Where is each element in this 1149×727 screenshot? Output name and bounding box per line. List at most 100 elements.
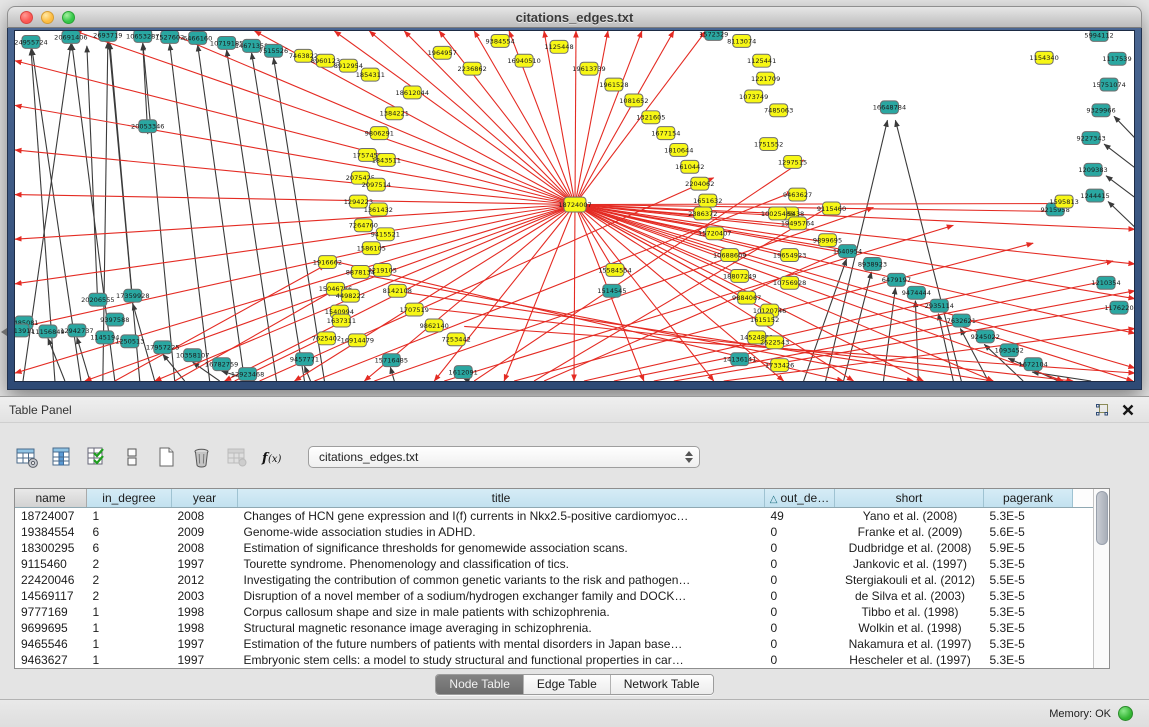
table-cell[interactable]: 1: [87, 604, 172, 620]
float-panel-icon[interactable]: [1095, 403, 1109, 417]
network-node[interactable]: 9463627: [783, 188, 812, 201]
table-cell[interactable]: 0: [765, 540, 835, 556]
table-row[interactable]: 969969511998Structural magnetic resonanc…: [15, 620, 1100, 636]
table-row[interactable]: 946362711997Embryonic stem cells: a mode…: [15, 652, 1100, 668]
table-cell[interactable]: Corpus callosum shape and size in male p…: [238, 604, 765, 620]
network-node[interactable]: 7625402: [312, 332, 341, 345]
table-cell[interactable]: 2: [87, 556, 172, 572]
network-node[interactable]: 15751074: [1092, 78, 1125, 91]
table-cell[interactable]: 6: [87, 540, 172, 556]
network-node[interactable]: 1707519: [400, 303, 429, 316]
network-node[interactable]: 1916662: [313, 256, 342, 269]
network-node[interactable]: 18612044: [396, 86, 429, 99]
citation-edge-black[interactable]: [198, 45, 245, 381]
table-cell[interactable]: 1997: [172, 652, 238, 668]
table-cell[interactable]: 0: [765, 652, 835, 668]
table-cell[interactable]: 9115460: [15, 556, 87, 572]
network-node[interactable]: 10688609: [713, 249, 746, 262]
network-node[interactable]: 1961528: [599, 78, 628, 91]
network-node[interactable]: 2236862: [458, 62, 487, 75]
table-cell[interactable]: 0: [765, 636, 835, 652]
table-cell[interactable]: Genome-wide association studies in ADHD.: [238, 524, 765, 540]
column-header-year[interactable]: year: [172, 489, 238, 508]
table-cell[interactable]: 22420046: [15, 572, 87, 588]
tab-node-table[interactable]: Node Table: [436, 675, 523, 694]
column-header-name[interactable]: name: [15, 489, 87, 508]
network-node[interactable]: 16782759: [205, 358, 238, 371]
table-settings-icon[interactable]: [14, 444, 40, 470]
table-cell[interactable]: Hescheler et al. (1997): [835, 652, 984, 668]
table-cell[interactable]: 1: [87, 508, 172, 525]
collapse-panel-arrow-icon[interactable]: [1, 328, 7, 336]
network-node[interactable]: 1586105: [357, 242, 386, 255]
network-node[interactable]: 9457771: [290, 353, 319, 366]
network-node[interactable]: 24955724: [15, 35, 48, 48]
citation-edge-red[interactable]: [724, 328, 1134, 381]
table-row[interactable]: 1872400712008Changes of HCN gene express…: [15, 508, 1100, 525]
table-scrollbar-thumb[interactable]: [1096, 491, 1108, 545]
network-node[interactable]: 1854311: [356, 68, 385, 81]
network-node[interactable]: 1964957: [428, 46, 457, 59]
window-titlebar[interactable]: citations_edges.txt: [7, 6, 1142, 28]
network-node[interactable]: 20691406: [54, 31, 87, 43]
table-cell[interactable]: 5.3E-5: [984, 604, 1073, 620]
delete-column-icon[interactable]: [189, 444, 215, 470]
table-cell[interactable]: 0: [765, 572, 835, 588]
show-columns-icon[interactable]: [49, 444, 75, 470]
network-node[interactable]: 5994112: [1084, 31, 1113, 41]
table-cell[interactable]: Yano et al. (2008): [835, 508, 984, 525]
table-cell[interactable]: Changes of HCN gene expression and I(f) …: [238, 508, 765, 525]
table-cell[interactable]: 5.3E-5: [984, 556, 1073, 572]
network-node[interactable]: 9806291: [365, 127, 394, 140]
network-node[interactable]: 8113074: [727, 34, 756, 47]
table-source-select[interactable]: citations_edges.txt: [308, 446, 700, 468]
table-row[interactable]: 946554611997Estimation of the future num…: [15, 636, 1100, 652]
network-canvas[interactable]: 2495572420691406269371910653287152760264…: [14, 30, 1135, 382]
network-node[interactable]: 14136141: [723, 353, 756, 366]
table-cell[interactable]: 2008: [172, 508, 238, 525]
table-cell[interactable]: 5.3E-5: [984, 588, 1073, 604]
table-cell[interactable]: Stergiakouli et al. (2012): [835, 572, 984, 588]
table-cell[interactable]: 0: [765, 620, 835, 636]
table-cell[interactable]: Jankovic et al. (1997): [835, 556, 984, 572]
network-node[interactable]: 8142108: [383, 284, 412, 297]
network-node[interactable]: 1221709: [751, 72, 780, 85]
table-scrollbar[interactable]: [1093, 489, 1109, 668]
table-cell[interactable]: 49: [765, 508, 835, 525]
table-row[interactable]: 2242004622012Investigating the contribut…: [15, 572, 1100, 588]
citation-edge-black[interactable]: [1108, 202, 1134, 228]
column-header-in_degree[interactable]: in_degree: [87, 489, 172, 508]
citation-edge-black[interactable]: [1104, 144, 1134, 168]
table-cell[interactable]: 5.3E-5: [984, 636, 1073, 652]
table-cell[interactable]: 5.3E-5: [984, 508, 1073, 525]
citation-edge-black[interactable]: [77, 337, 90, 381]
network-node[interactable]: 16914479: [341, 334, 374, 347]
citation-edge-red[interactable]: [15, 205, 575, 240]
network-node[interactable]: 16940510: [507, 54, 540, 67]
network-node[interactable]: 1640954: [833, 245, 862, 258]
network-node[interactable]: 2935114: [925, 299, 954, 312]
network-node[interactable]: 1672104: [1019, 358, 1048, 371]
network-node[interactable]: 8938923: [858, 258, 887, 271]
network-node[interactable]: 1610442: [675, 160, 704, 173]
network-node[interactable]: 4498222: [336, 289, 365, 302]
network-node[interactable]: 9115460: [817, 202, 846, 215]
citation-edge-red[interactable]: [575, 31, 576, 205]
network-node[interactable]: 7485063: [764, 104, 793, 117]
network-node[interactable]: 1154340: [1030, 51, 1059, 64]
network-node[interactable]: 12923468: [231, 368, 264, 381]
table-cell[interactable]: Wolkin et al. (1998): [835, 620, 984, 636]
table-cell[interactable]: 9463627: [15, 652, 87, 668]
citation-edge-red[interactable]: [575, 31, 608, 205]
network-node[interactable]: 1677154: [651, 127, 680, 140]
network-node[interactable]: 9884067: [732, 291, 761, 304]
network-node[interactable]: 1615152: [750, 313, 779, 326]
table-cell[interactable]: Disruption of a novel member of a sodium…: [238, 588, 765, 604]
network-node[interactable]: 1810644: [664, 144, 693, 157]
network-node[interactable]: 1093452: [995, 344, 1024, 357]
network-node[interactable]: 17957225: [146, 341, 179, 354]
function-builder-icon[interactable]: f(x): [259, 444, 285, 470]
table-cell[interactable]: 1998: [172, 620, 238, 636]
delete-table-icon[interactable]: [224, 444, 250, 470]
table-cell[interactable]: 9777169: [15, 604, 87, 620]
